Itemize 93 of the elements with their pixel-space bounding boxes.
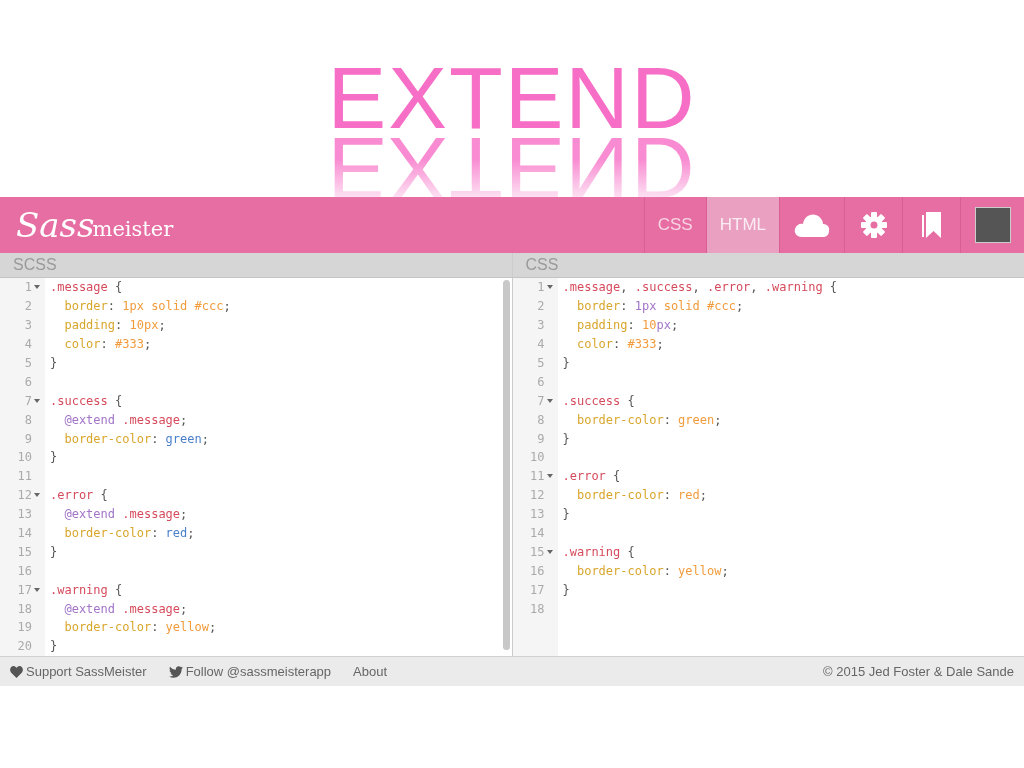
line-number: 2 [24,298,32,316]
line-number: 3 [24,317,32,335]
line-number: 8 [24,411,32,429]
code-line: border-color: yellow; [63,619,217,637]
line-number: 14 [17,525,32,542]
line-number: 6 [24,373,32,391]
code-line: border: 1px solid #ccc; [63,298,231,316]
code-line: border-color: red; [575,487,708,505]
code-line: @extend .message; [63,600,188,618]
footer-link[interactable]: About [353,661,388,682]
code-line: .message, .success, .error, .warning { [562,279,838,297]
fold-arrow-icon[interactable] [546,285,553,290]
line-number: 15 [530,543,545,561]
code-line: } [50,355,58,372]
heart-icon [10,665,23,678]
logo-text: meister [92,217,174,241]
line-number: 15 [17,543,32,561]
line-number: 12 [530,487,545,505]
line-number: 16 [17,562,32,580]
line-number: 11 [530,468,545,486]
scrollbar[interactable] [502,280,510,650]
code-line: padding: 10px; [575,317,679,335]
code-line: border: 1px solid #ccc; [575,298,744,316]
line-number: 19 [17,619,32,637]
line-number: 7 [537,392,545,410]
line-number: 8 [537,411,545,429]
code-line: } [50,638,58,656]
line-number: 18 [17,600,32,618]
line-number: 9 [537,430,545,448]
footer-link[interactable]: Follow @sassmeisterapp [168,661,332,682]
line-number: 13 [530,506,545,524]
code-line: .warning { [562,543,635,561]
bird-icon [168,665,183,678]
line-number: 13 [17,506,32,524]
slide-title: EXTEND [327,58,697,138]
pane-title: SCSS [13,255,57,275]
pane-title: CSS [525,255,559,275]
code-line: .error { [50,487,108,505]
code-line: border-color: green; [63,430,209,448]
line-number: 17 [530,581,545,599]
fold-arrow-icon[interactable] [546,474,553,479]
fold-arrow-icon[interactable] [34,587,40,592]
line-number: 20 [17,638,32,656]
code-line: } [562,430,570,448]
code-line: .success { [50,392,123,410]
code-line: @extend .message; [63,411,188,429]
settings-icon [860,212,887,238]
footer-link[interactable]: Support SassMeister [10,661,147,682]
fold-arrow-icon[interactable] [34,398,40,403]
line-number: 9 [24,430,32,448]
code-line: color: #333; [575,336,664,354]
cloud-icon [794,212,830,238]
code-line: .success { [562,392,635,410]
line-number: 16 [530,562,545,580]
line-number: 12 [17,487,32,505]
line-number: 5 [24,355,32,372]
line-number: 6 [537,373,545,391]
code-line: } [562,506,570,524]
code-line: @extend .message; [63,506,188,524]
code-line: .error { [562,468,621,486]
line-number: 11 [17,468,32,486]
code-line: .message { [50,279,123,297]
title-reflection: EXTEND [327,138,697,198]
code-line: } [50,543,58,561]
fold-arrow-icon[interactable] [34,285,40,290]
code-line: .warning { [50,581,123,599]
line-number: 18 [530,600,545,618]
code-line: } [562,355,570,372]
code-line: } [50,449,58,467]
line-number: 3 [537,317,545,335]
bookmark-icon [921,212,942,238]
line-number: 4 [537,336,545,354]
line-number: 14 [530,525,545,542]
fold-arrow-icon[interactable] [34,493,40,498]
line-number: 7 [24,392,32,410]
fold-arrow-icon[interactable] [546,549,553,554]
code-line: color: #333; [63,336,152,354]
line-number: 1 [537,279,545,297]
line-number: 10 [17,449,32,467]
line-number: 4 [24,336,32,354]
code-line: border-color: green; [575,411,722,429]
code-line: } [562,581,570,599]
line-number: 5 [537,355,545,372]
line-number: 10 [530,449,545,467]
code-line: padding: 10px; [63,317,166,335]
code-line: border-color: yellow; [575,562,729,580]
fold-arrow-icon[interactable] [546,398,553,403]
line-number: 2 [537,298,545,316]
line-number: 1 [24,279,32,297]
avatar-placeholder [974,207,1011,243]
line-number: 17 [17,581,32,599]
copyright-text: © 2015 Jed Foster & Dale Sande [823,662,1014,681]
code-line: border-color: red; [63,525,195,542]
